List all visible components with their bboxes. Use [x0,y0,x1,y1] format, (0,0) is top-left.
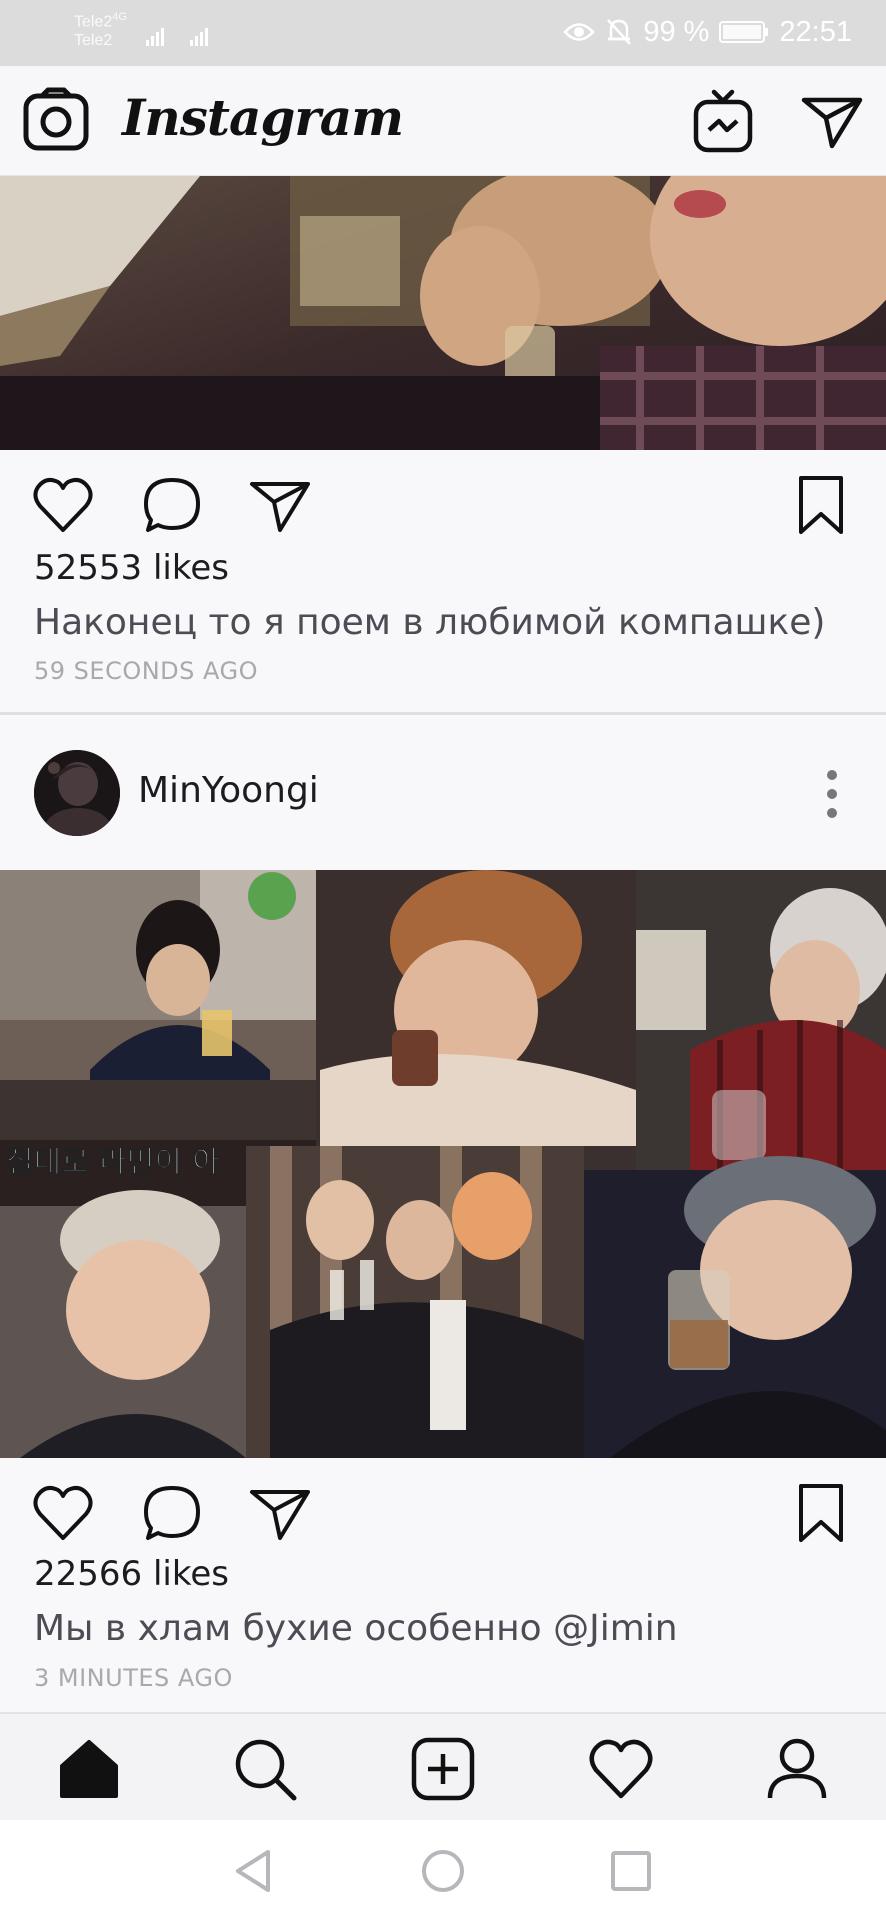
signal-icon [146,28,208,46]
comment-icon[interactable] [142,476,202,534]
post-divider [0,712,886,715]
direct-icon[interactable] [800,94,864,150]
instagram-logo[interactable]: Instagram [122,88,404,147]
comment-icon[interactable] [142,1484,202,1542]
post-2-image: 절대로 라면이 아 [0,870,886,1458]
system-nav [0,1820,886,1920]
eye-icon [563,23,596,41]
battery-percent: 99 % [643,15,710,48]
nav-search[interactable] [230,1734,300,1804]
post-1-photo[interactable] [0,176,886,450]
carrier-info: Tele24G Tele2 [74,8,127,50]
igtv-icon[interactable] [692,88,754,154]
mute-icon [607,19,632,45]
post-1-caption: Наконец то я поем в любимой компашке) [34,602,826,643]
profile-icon [767,1738,827,1799]
nav-activity[interactable] [586,1734,656,1804]
bookmark-icon[interactable] [796,1482,846,1544]
status-bar: Tele24G Tele2 99 % 22:51 [0,0,886,66]
bookmark-icon[interactable] [796,474,846,536]
post-2-time: 3 MINUTES AGO [34,1664,233,1692]
add-icon [411,1737,475,1801]
avatar-image [34,750,120,836]
more-options-icon[interactable] [818,766,846,822]
carrier-1: Tele2 [74,13,113,31]
search-icon [235,1739,297,1801]
post-1-likes[interactable]: 52553 likes [34,548,229,588]
home-icon [60,1740,118,1798]
heart-icon [589,1739,653,1799]
app-header: Instagram [0,66,886,176]
carrier-2: Tele2 [74,32,113,50]
like-icon[interactable] [32,1484,94,1542]
recents-icon[interactable] [606,1846,656,1896]
camera-icon[interactable] [22,86,90,154]
post-2-likes[interactable]: 22566 likes [34,1554,229,1594]
post-2-username[interactable]: MinYoongi [138,770,319,811]
clock: 22:51 [779,15,852,48]
nav-home[interactable] [54,1734,124,1804]
status-right: 99 % 22:51 [563,14,852,50]
post-1-time: 59 SECONDS AGO [34,657,258,685]
post-2-actions [0,1478,886,1548]
avatar[interactable] [34,750,120,836]
nav-profile[interactable] [762,1734,832,1804]
post-1-image [0,176,886,450]
like-icon[interactable] [32,476,94,534]
bottom-nav [0,1712,886,1820]
image-korean-text: 절대로 라면이 아 [6,1145,220,1180]
post-2-photo[interactable]: 절대로 라면이 아 [0,870,886,1458]
post-1-actions [0,470,886,540]
battery-icon [719,21,769,43]
post-2-caption: Мы в хлам бухие особенно @Jimin [34,1608,678,1649]
home-circle-icon[interactable] [418,1846,468,1896]
nav-add[interactable] [408,1734,478,1804]
share-icon[interactable] [248,478,312,534]
share-icon[interactable] [248,1486,312,1542]
network-type: 4G [112,11,127,23]
back-icon[interactable] [230,1846,280,1896]
